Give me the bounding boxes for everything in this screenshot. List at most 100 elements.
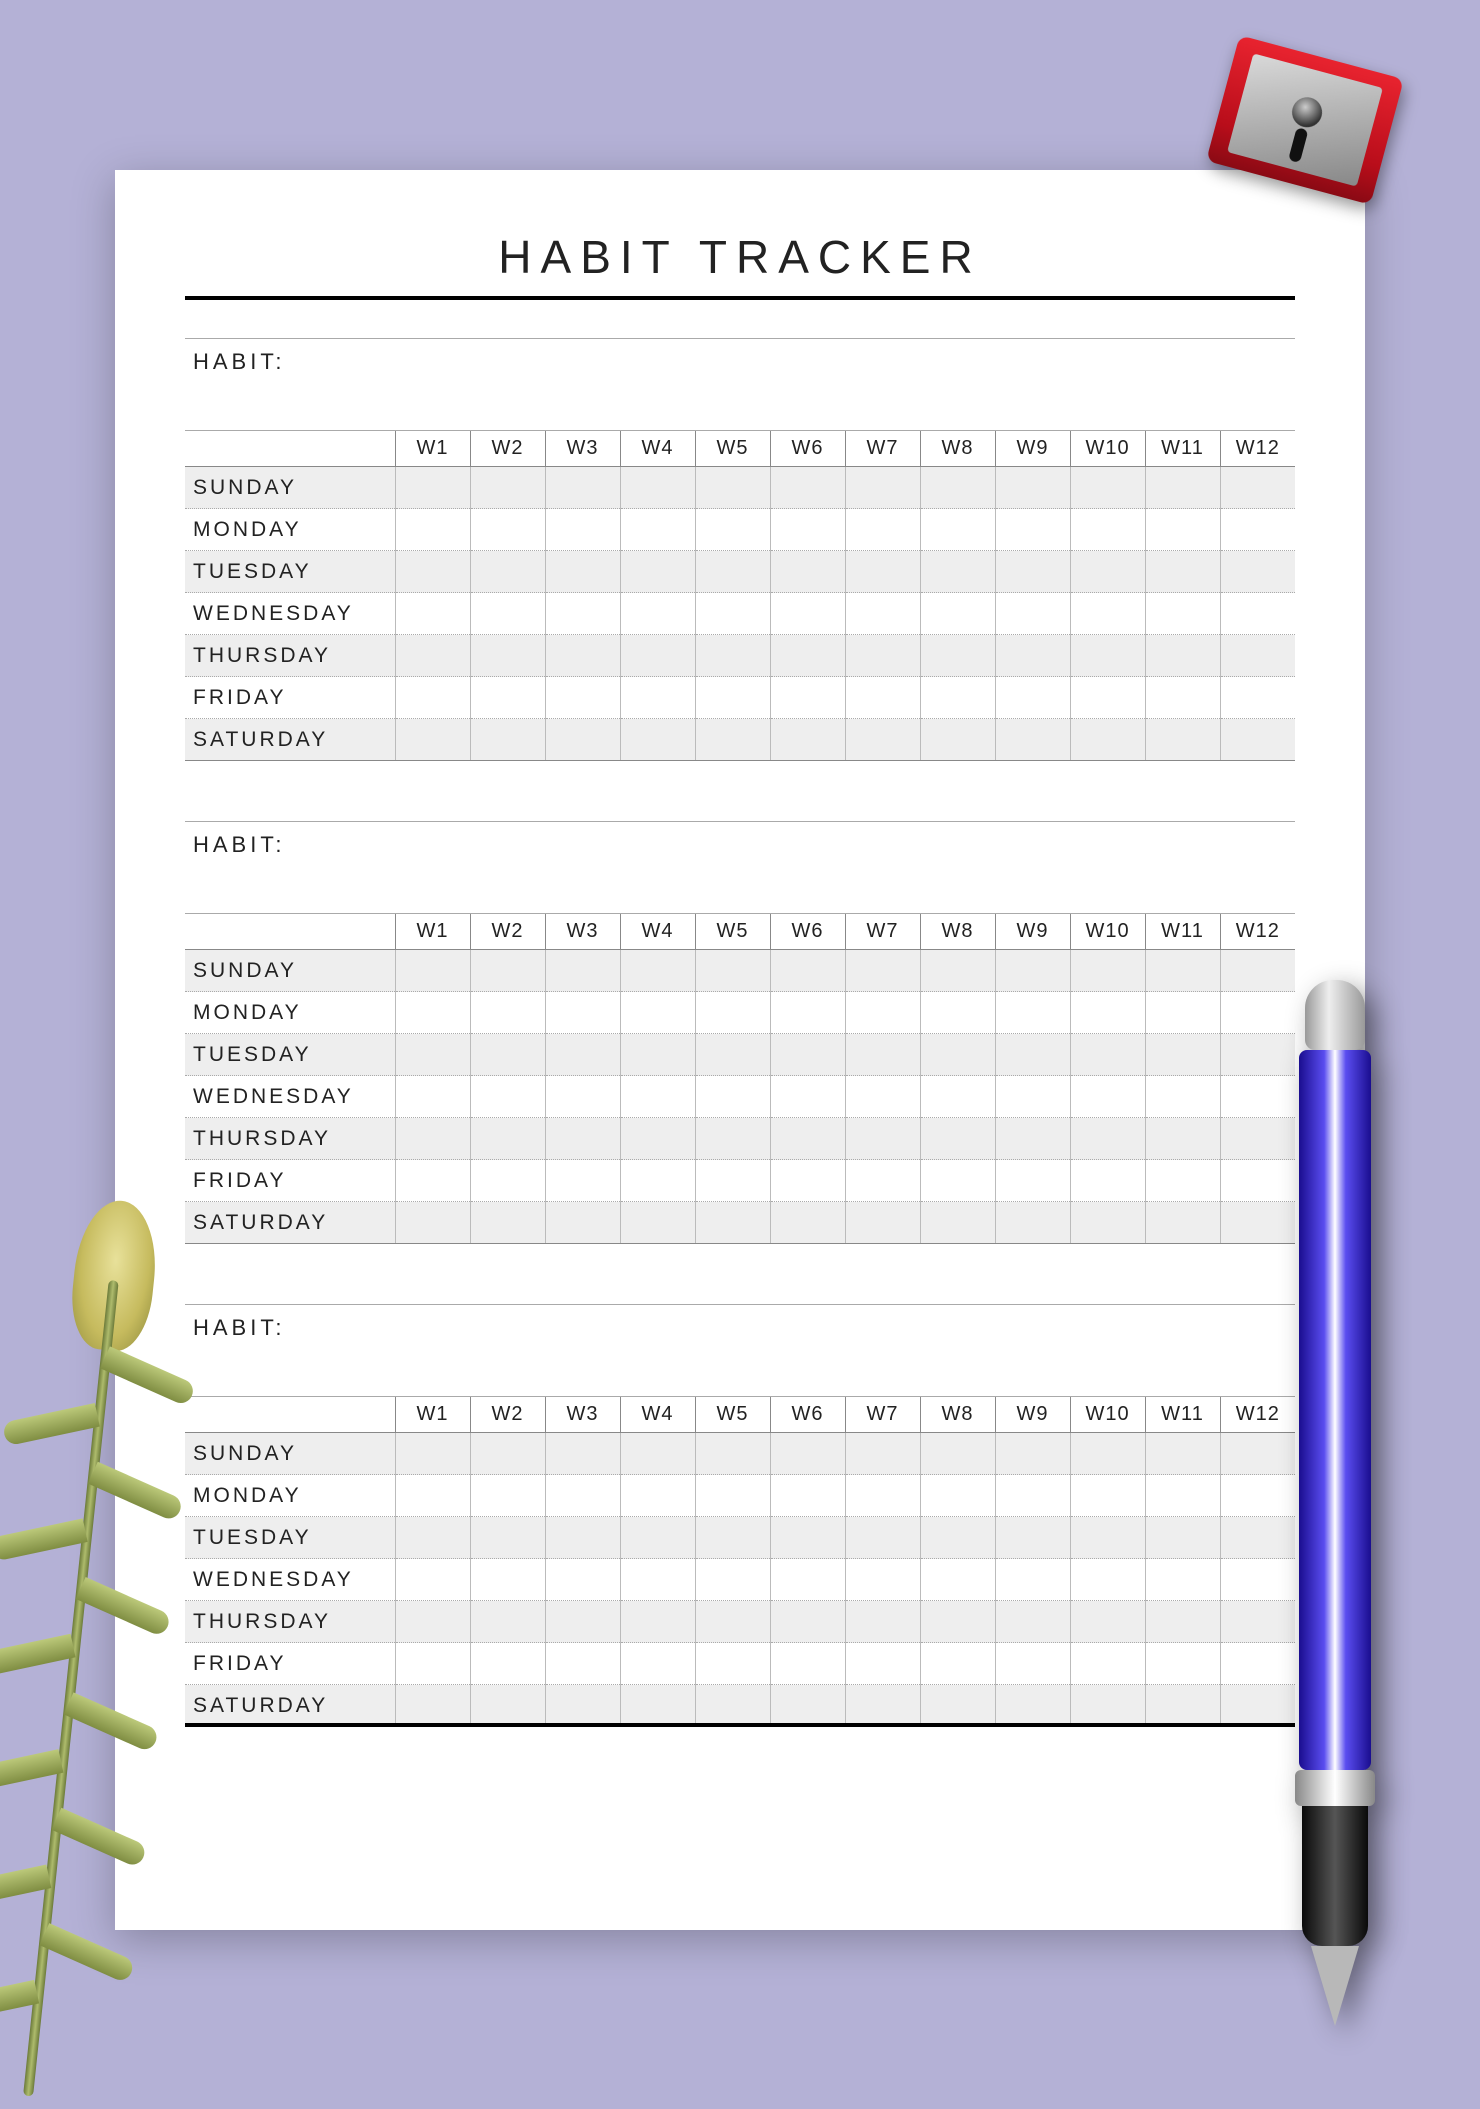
habit-cell[interactable] [1070,1643,1145,1685]
habit-cell[interactable] [620,719,695,761]
habit-cell[interactable] [1145,593,1220,635]
habit-cell[interactable] [770,1118,845,1160]
habit-cell[interactable] [770,1601,845,1643]
habit-cell[interactable] [545,593,620,635]
habit-cell[interactable] [620,1643,695,1685]
habit-cell[interactable] [620,950,695,992]
habit-cell[interactable] [695,1559,770,1601]
habit-cell[interactable] [620,509,695,551]
habit-cell[interactable] [1220,1685,1295,1727]
habit-cell[interactable] [1220,1118,1295,1160]
habit-cell[interactable] [845,1433,920,1475]
habit-cell[interactable] [1070,1517,1145,1559]
habit-cell[interactable] [845,467,920,509]
habit-cell[interactable] [845,551,920,593]
habit-cell[interactable] [1220,677,1295,719]
habit-cell[interactable] [995,1601,1070,1643]
habit-cell[interactable] [620,1118,695,1160]
habit-cell[interactable] [920,635,995,677]
habit-cell[interactable] [770,992,845,1034]
habit-cell[interactable] [695,1118,770,1160]
habit-cell[interactable] [920,1034,995,1076]
habit-cell[interactable] [770,950,845,992]
habit-cell[interactable] [770,509,845,551]
habit-cell[interactable] [695,1034,770,1076]
habit-cell[interactable] [770,677,845,719]
habit-cell[interactable] [470,1517,545,1559]
habit-cell[interactable] [995,1202,1070,1244]
habit-cell[interactable] [395,551,470,593]
habit-cell[interactable] [920,1076,995,1118]
habit-cell[interactable] [1220,1517,1295,1559]
habit-cell[interactable] [395,1160,470,1202]
habit-cell[interactable] [1070,1559,1145,1601]
habit-cell[interactable] [770,1160,845,1202]
habit-cell[interactable] [620,635,695,677]
habit-cell[interactable] [695,593,770,635]
habit-cell[interactable] [470,1160,545,1202]
habit-cell[interactable] [470,1643,545,1685]
habit-cell[interactable] [920,1160,995,1202]
habit-cell[interactable] [470,1034,545,1076]
habit-cell[interactable] [620,1685,695,1727]
habit-cell[interactable] [395,1643,470,1685]
habit-cell[interactable] [1145,677,1220,719]
habit-cell[interactable] [920,467,995,509]
habit-cell[interactable] [1070,950,1145,992]
habit-cell[interactable] [920,1685,995,1727]
habit-cell[interactable] [545,509,620,551]
habit-cell[interactable] [1070,677,1145,719]
habit-cell[interactable] [1070,635,1145,677]
habit-cell[interactable] [1220,1475,1295,1517]
habit-cell[interactable] [395,992,470,1034]
habit-cell[interactable] [695,1643,770,1685]
habit-cell[interactable] [395,1601,470,1643]
habit-cell[interactable] [1070,467,1145,509]
habit-cell[interactable] [1220,1643,1295,1685]
habit-cell[interactable] [695,1685,770,1727]
habit-cell[interactable] [995,1076,1070,1118]
habit-cell[interactable] [920,1433,995,1475]
habit-cell[interactable] [395,1433,470,1475]
habit-cell[interactable] [920,593,995,635]
habit-cell[interactable] [545,635,620,677]
habit-cell[interactable] [545,551,620,593]
habit-cell[interactable] [920,1475,995,1517]
habit-cell[interactable] [620,1517,695,1559]
habit-cell[interactable] [695,509,770,551]
habit-cell[interactable] [395,509,470,551]
habit-cell[interactable] [770,1433,845,1475]
habit-cell[interactable] [1145,635,1220,677]
habit-cell[interactable] [1070,509,1145,551]
habit-cell[interactable] [770,1202,845,1244]
habit-cell[interactable] [395,1034,470,1076]
habit-cell[interactable] [620,992,695,1034]
habit-cell[interactable] [1070,1601,1145,1643]
habit-cell[interactable] [620,677,695,719]
habit-cell[interactable] [995,1475,1070,1517]
habit-cell[interactable] [545,1517,620,1559]
habit-cell[interactable] [470,1433,545,1475]
habit-cell[interactable] [620,1601,695,1643]
habit-cell[interactable] [1070,1685,1145,1727]
habit-cell[interactable] [920,1601,995,1643]
habit-cell[interactable] [1070,1433,1145,1475]
habit-cell[interactable] [845,593,920,635]
habit-cell[interactable] [1220,992,1295,1034]
habit-cell[interactable] [770,1517,845,1559]
habit-cell[interactable] [770,593,845,635]
habit-cell[interactable] [470,1475,545,1517]
habit-cell[interactable] [995,719,1070,761]
habit-cell[interactable] [545,1433,620,1475]
habit-cell[interactable] [695,719,770,761]
habit-cell[interactable] [620,467,695,509]
habit-cell[interactable] [995,1559,1070,1601]
habit-cell[interactable] [695,1076,770,1118]
habit-cell[interactable] [1145,1643,1220,1685]
habit-cell[interactable] [995,1118,1070,1160]
habit-cell[interactable] [1220,950,1295,992]
habit-cell[interactable] [395,635,470,677]
habit-cell[interactable] [545,1118,620,1160]
habit-cell[interactable] [1220,1076,1295,1118]
habit-cell[interactable] [395,1517,470,1559]
